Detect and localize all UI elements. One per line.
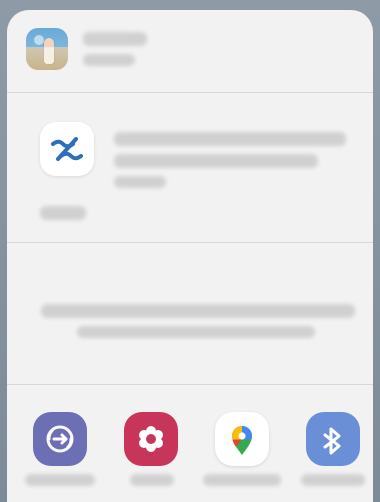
flower-icon	[139, 426, 163, 452]
app-logo-icon[interactable]	[40, 122, 94, 176]
header-title	[7, 10, 8, 11]
blurred-featured-line2	[114, 154, 318, 168]
share-target-label-1-blur	[25, 474, 95, 486]
blurred-title	[83, 32, 147, 46]
share-sheet	[7, 10, 373, 502]
share-target-label-3-blur	[203, 474, 281, 486]
header-subtitle	[7, 10, 8, 11]
middle-section	[7, 242, 373, 385]
share-target-3[interactable]	[215, 412, 269, 466]
share-target-label-3	[7, 384, 8, 385]
blurred-middle-line2	[77, 326, 315, 338]
blurred-featured-badge	[40, 206, 86, 220]
maps-pin-icon	[232, 426, 252, 455]
app-logo-svg	[51, 137, 83, 161]
blurred-featured-title	[114, 132, 346, 146]
share-target-1[interactable]	[33, 412, 87, 466]
share-target-2[interactable]	[124, 412, 178, 466]
sun-shape	[34, 35, 44, 45]
blurred-subtitle	[83, 54, 135, 66]
middle-text	[7, 242, 8, 243]
smart-switch-icon	[46, 425, 74, 453]
featured-subtitle	[7, 92, 8, 93]
share-target-label-1	[7, 384, 8, 385]
background	[0, 0, 380, 502]
person-shape	[44, 38, 54, 64]
blurred-featured-line3	[114, 176, 166, 188]
blurred-middle-line1	[41, 304, 355, 318]
share-targets	[7, 384, 373, 502]
share-sheet-header	[7, 10, 373, 93]
featured-section[interactable]	[7, 92, 373, 243]
share-target-label-2-blur	[130, 474, 174, 486]
photo-thumbnail	[26, 28, 68, 70]
share-target-label-4-blur	[301, 474, 365, 486]
share-target-4[interactable]	[306, 412, 360, 466]
featured-title	[7, 92, 8, 93]
share-target-label-4	[7, 384, 8, 385]
share-target-label-2	[7, 384, 8, 385]
bluetooth-icon	[323, 427, 341, 455]
